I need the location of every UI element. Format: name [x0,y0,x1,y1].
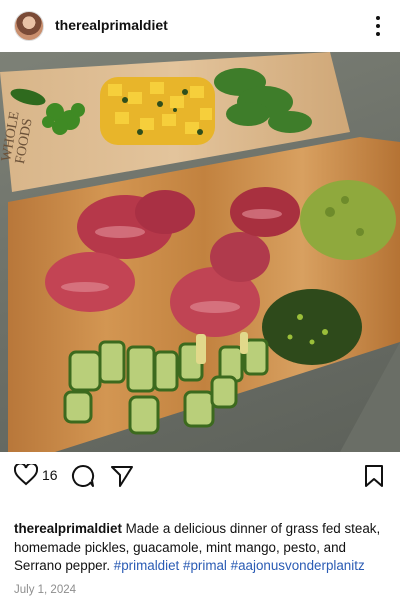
caption-username[interactable]: therealprimaldiet [14,521,122,536]
mango [100,77,215,145]
post-date: July 1, 2024 [14,584,77,596]
comment-icon[interactable] [71,464,95,493]
guacamole [300,180,396,260]
post-username[interactable]: therealprimaldiet [55,17,168,33]
more-options-icon[interactable] [370,14,386,38]
bookmark-icon[interactable] [364,464,384,493]
like-count[interactable]: 16 [42,467,58,483]
heart-icon[interactable] [13,462,39,491]
pesto [262,289,362,365]
avatar[interactable] [14,11,44,41]
post-caption: therealprimaldiet Made a delicious dinne… [14,520,388,576]
food-photo: WHOLE FOODS [0,52,400,452]
hashtag[interactable]: #primaldiet [114,558,180,573]
action-bar: 16 [0,452,400,496]
post-photo[interactable]: WHOLE FOODS [0,52,400,452]
post-header: therealprimaldiet [0,0,400,52]
hashtag[interactable]: #aajonusvonderplanitz [231,558,365,573]
hashtag[interactable]: #primal [183,558,227,573]
send-icon[interactable] [110,464,134,493]
